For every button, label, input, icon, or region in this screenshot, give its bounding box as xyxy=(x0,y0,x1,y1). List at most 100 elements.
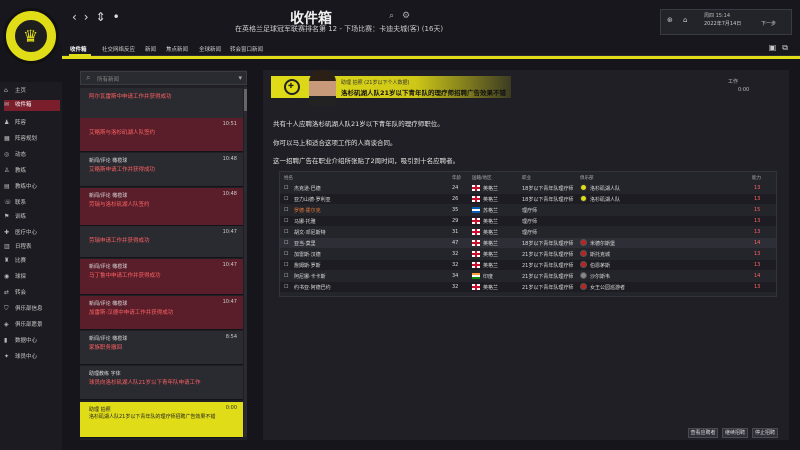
assistant-avatar[interactable] xyxy=(309,70,336,106)
sidebar-item-inbox[interactable]: ✉ 收件箱 xyxy=(4,100,60,111)
applicant-club[interactable]: 斯托克城 xyxy=(590,251,610,258)
table-row[interactable]: ☐ 詹姆斯·罗斯 32 英格兰 21岁以下青年队理疗师 伯恩茅斯 13 xyxy=(280,260,776,270)
message-title: 球员向洛杉矶湖人队21岁以下青年队申请工作 xyxy=(89,380,201,386)
club-icon[interactable]: ⌂ xyxy=(683,16,687,24)
table-row[interactable]: ☐ 约书亚·阿德巴约 32 英格兰 21岁以下青年队理疗师 女王公园巡游者 13 xyxy=(280,282,776,292)
sidebar-item-squad-planner[interactable]: ▦ 阵容规划 xyxy=(4,134,60,145)
col-header-name[interactable]: 姓名 xyxy=(284,175,293,181)
sidebar-item-home[interactable]: ⌂ 主页 xyxy=(4,86,60,97)
table-row[interactable]: ☐ 阿尼娜·卡卡斯 34 印度 21岁以下青年队理疗师 沙尔斯韦 14 xyxy=(280,271,776,281)
applicant-nationality: 印度 xyxy=(483,274,494,280)
sidebar-item-scouting[interactable]: ◉ 球探 xyxy=(4,272,60,283)
message-sender: 新闻/评论 橄榄球 xyxy=(89,264,128,270)
settings-icon[interactable]: ⚙ xyxy=(402,11,410,21)
sidebar-item-player-centre[interactable]: ✦ 球员中心 xyxy=(4,352,60,363)
list-item[interactable]: 艾略斯与洛杉矶湖人队签约 10:51 xyxy=(80,118,243,152)
message-time: 10:47 xyxy=(222,299,237,305)
applicant-club[interactable]: 洛杉矶湖人队 xyxy=(590,185,620,192)
list-item[interactable]: 新闻/评论 橄榄球 马丁鲁中申请工作并获得成功 10:47 xyxy=(80,259,243,295)
col-header-age[interactable]: 年龄 xyxy=(452,175,461,181)
table-row[interactable]: ☐ 杰克逊·巴德 24 英格兰 18岁以下青年队理疗师 洛杉矶湖人队 13 xyxy=(280,183,776,193)
tab-global-news[interactable]: 全球新闻 xyxy=(199,45,221,53)
notification-icon[interactable]: ⊛ xyxy=(667,16,673,24)
applicant-club[interactable]: 米德尔斯堡 xyxy=(590,240,615,247)
col-header-rating[interactable]: 能力 xyxy=(752,175,761,181)
applicant-age: 47 xyxy=(452,240,459,246)
date-continue-box[interactable]: ⊛ ⌂ 周四 15:14 2022年7月14日 下一步 xyxy=(660,9,792,35)
list-item[interactable]: 新闻/评论 橄榄球 加雷斯·汉德中申请工作并获得成功 10:47 xyxy=(80,296,243,330)
continue-button[interactable]: 下一步 xyxy=(761,20,776,27)
applicant-name[interactable]: 杰克逊·巴德 xyxy=(294,185,321,192)
search-icon[interactable]: ⌕ xyxy=(389,11,394,21)
applicant-club[interactable]: 伯恩茅斯 xyxy=(590,262,610,269)
sidebar-item-transfers[interactable]: ⇄ 转会 xyxy=(4,288,60,299)
applicant-name[interactable]: 亚力山德·罗利亚 xyxy=(294,196,331,203)
list-item[interactable]: 新闻/评论 橄榄球 劳瑞与洛杉矶湖人队签约 10:48 xyxy=(80,188,243,226)
list-item[interactable]: 劳瑞申请工作并获得成功 10:47 xyxy=(80,226,243,258)
sidebar-item-contacts[interactable]: ☏ 联系 xyxy=(4,198,60,209)
table-row[interactable]: ☐ 加雷斯·汉德 32 英格兰 21岁以下青年队理疗师 斯托克城 13 xyxy=(280,249,776,259)
tab-transfer-news[interactable]: 转会窗口新闻 xyxy=(230,45,263,53)
message-time: 10:48 xyxy=(222,191,237,197)
search-input[interactable]: ⌕ 所有新闻 ▾ xyxy=(80,71,247,85)
stop-recruiting-button[interactable]: 停止招聘 xyxy=(752,428,778,438)
flag-icon xyxy=(472,196,480,202)
sidebar-item-club-info[interactable]: ⛉ 俱乐部信息 xyxy=(4,304,60,315)
sidebar-item-coach-centre[interactable]: ▤ 教练中心 xyxy=(4,182,60,193)
tab-tools[interactable]: ▣⧉ xyxy=(769,43,794,53)
sidebar-item-coaches[interactable]: ♙ 教练 xyxy=(4,166,60,177)
col-header-job[interactable]: 职业 xyxy=(522,175,531,181)
body-paragraph: 共有十人应聘洛杉矶湖人队21岁以下青年队的理疗师职位。 xyxy=(273,120,444,128)
sidebar-item-squad[interactable]: ♟ 阵容 xyxy=(4,118,60,129)
message-title: 劳瑞申请工作并获得成功 xyxy=(89,238,150,244)
applicant-name[interactable]: 詹姆斯·罗斯 xyxy=(294,262,321,269)
sidebar-item-competitions[interactable]: ♜ 比赛 xyxy=(4,256,60,267)
home-icon: ⌂ xyxy=(4,87,8,94)
applicant-name[interactable]: 马娜·托雅 xyxy=(294,218,316,225)
flag-icon xyxy=(472,229,480,235)
table-row[interactable]: ☐ 胡文·邓尼斯特 31 英格兰 理疗师 13 xyxy=(280,227,776,237)
table-row[interactable]: ☐ 亚当·莫里 47 英格兰 18岁以下青年队理疗师 米德尔斯堡 14 xyxy=(280,238,776,248)
applicant-club[interactable]: 沙尔斯韦 xyxy=(590,273,610,280)
tab-news[interactable]: 新闻 xyxy=(145,45,156,53)
filter-icon[interactable]: ▾ xyxy=(238,74,242,82)
sidebar-item-schedule[interactable]: ▥ 日程表 xyxy=(4,242,60,253)
view-applicants-button[interactable]: 查看应聘者 xyxy=(688,428,718,438)
applicant-club[interactable]: 女王公园巡游者 xyxy=(590,284,625,291)
work-label: 工作 xyxy=(728,79,739,85)
list-item[interactable]: 新闻/评论 橄榄球 艾略斯申请工作并获得成功 10:48 xyxy=(80,153,243,187)
table-row[interactable]: ☐ 马娜·托雅 29 英格兰 理疗师 13 xyxy=(280,216,776,226)
applicant-name[interactable]: 亚当·莫里 xyxy=(294,240,316,247)
sidebar-item-medical[interactable]: ✚ 医疗中心 xyxy=(4,228,60,239)
applicant-name[interactable]: 约书亚·阿德巴约 xyxy=(294,284,331,291)
applicant-name[interactable]: 罗德·霍尔克 xyxy=(294,207,321,214)
applicant-name[interactable]: 加雷斯·汉德 xyxy=(294,251,321,258)
scrollbar-thumb[interactable] xyxy=(244,89,247,111)
app-root: ‹›⇕• 收件箱 在英格兰足球冠军联赛排名第 12 - 下场比赛：卡迪夫城(客)… xyxy=(0,0,800,450)
clipboard-icon: ▤ xyxy=(4,183,10,190)
tab-inbox[interactable]: 收件箱 xyxy=(70,45,87,53)
nav-arrows[interactable]: ‹›⇕• xyxy=(72,10,127,24)
message-title: 艾略斯与洛杉矶湖人队签约 xyxy=(89,130,156,136)
sidebar-item-dynamics[interactable]: ◎ 动态 xyxy=(4,150,60,161)
list-item-selected[interactable]: 助理 拍照 洛杉矶湖人队21岁以下青年队的理疗师招聘广告效果不错 0:00 xyxy=(80,402,243,438)
col-header-nationality[interactable]: 国籍/地区 xyxy=(472,175,492,181)
table-row[interactable]: ☐ 亚力山德·罗利亚 26 英格兰 18岁以下青年队理疗师 洛杉矶湖人队 13 xyxy=(280,194,776,204)
applicant-name[interactable]: 胡文·邓尼斯特 xyxy=(294,229,326,236)
sidebar-item-training[interactable]: ⚑ 训练 xyxy=(4,212,60,223)
continue-recruiting-button[interactable]: 继续招聘 xyxy=(722,428,748,438)
tab-social[interactable]: 社交网络反应 xyxy=(102,45,135,53)
sidebar-item-club-vision[interactable]: ◈ 俱乐部愿景 xyxy=(4,320,60,331)
applicant-name[interactable]: 阿尼娜·卡卡斯 xyxy=(294,273,326,280)
col-header-club[interactable]: 俱乐部 xyxy=(580,175,594,181)
list-item[interactable]: 助理教练 字体 球员向洛杉矶湖人队21岁以下青年队申请工作 xyxy=(80,366,243,400)
inbox-scrollbar[interactable] xyxy=(244,87,247,437)
club-badge[interactable]: ♛ xyxy=(3,8,59,64)
list-item[interactable]: 新闻/评论 橄榄球 家族职务撤回 8:54 xyxy=(80,331,243,365)
dynamics-icon: ◎ xyxy=(4,151,10,158)
applicant-rating: 13 xyxy=(754,185,761,191)
applicant-club[interactable]: 洛杉矶湖人队 xyxy=(590,196,620,203)
tab-focus-news[interactable]: 焦点新闻 xyxy=(166,45,188,53)
sidebar-item-data-hub[interactable]: ▮ 数据中心 xyxy=(4,336,60,347)
table-row[interactable]: ☐ 罗德·霍尔克 35 苏格兰 理疗师 15 xyxy=(280,205,776,215)
